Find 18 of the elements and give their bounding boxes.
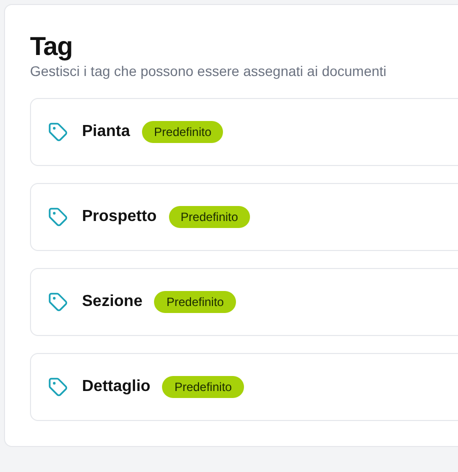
tag-row[interactable]: Dettaglio Predefinito [30, 353, 458, 421]
tag-name: Prospetto [82, 207, 157, 227]
page-title: Tag [30, 31, 74, 61]
default-badge: Predefinito [168, 206, 250, 228]
tag-name: Dettaglio [82, 377, 150, 397]
tag-row[interactable]: Prospetto Predefinito [30, 183, 458, 251]
tag-name: Pianta [82, 122, 130, 142]
tag-row[interactable]: Pianta Predefinito [30, 98, 458, 166]
tag-icon [48, 122, 68, 142]
default-badge: Predefinito [162, 376, 244, 398]
tag-icon [48, 207, 68, 227]
tag-row[interactable]: Sezione Predefinito [30, 268, 458, 336]
tag-icon [48, 292, 68, 312]
tag-name: Sezione [82, 292, 142, 312]
tag-icon [48, 377, 68, 397]
default-badge: Predefinito [142, 121, 224, 143]
page-subtitle: Gestisci i tag che possono essere assegnati ai documenti [30, 62, 388, 80]
default-badge: Predefinito [154, 291, 236, 313]
